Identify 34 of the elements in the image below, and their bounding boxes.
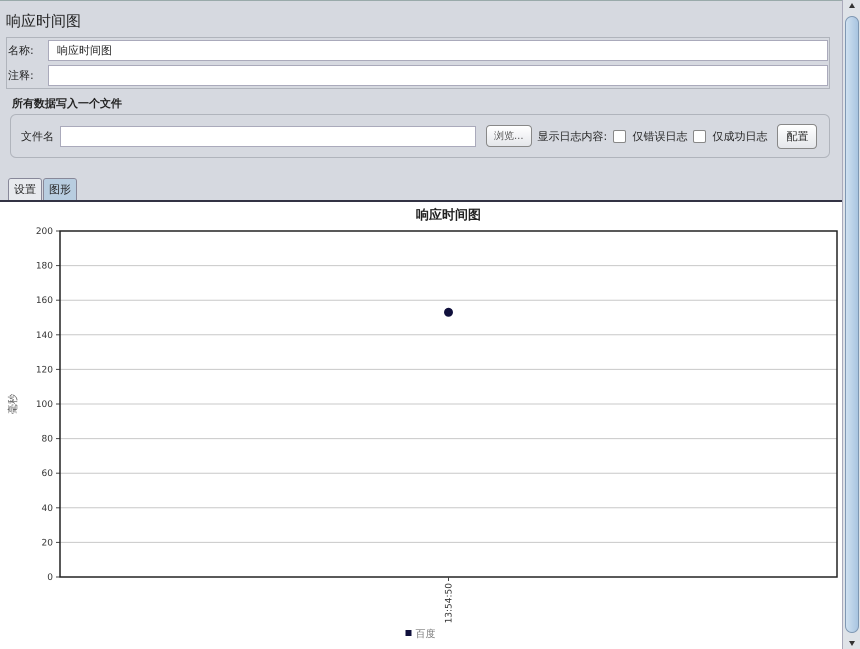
x-tick-label: 13:54:50 bbox=[444, 583, 454, 624]
checkbox[interactable] bbox=[613, 130, 626, 142]
field-label: 注释: bbox=[8, 68, 35, 83]
y-tick-label: 80 bbox=[42, 434, 53, 445]
tab[interactable]: 图形 bbox=[43, 178, 77, 200]
text-field[interactable] bbox=[48, 65, 828, 86]
y-tick-label: 0 bbox=[47, 573, 53, 583]
file-label: 文件名 bbox=[21, 128, 54, 144]
scroll-thumb[interactable] bbox=[844, 16, 858, 633]
y-tick-label: 160 bbox=[36, 296, 53, 306]
browse-button[interactable]: 浏览... bbox=[486, 125, 532, 147]
y-tick-label: 140 bbox=[36, 330, 53, 341]
section-heading: 所有数据写入一个文件 bbox=[11, 96, 123, 112]
y-tick-label: 200 bbox=[36, 227, 53, 237]
y-tick-label: 180 bbox=[36, 262, 53, 272]
y-tick-label: 120 bbox=[36, 365, 53, 376]
config-button[interactable]: 配置 bbox=[777, 124, 818, 148]
y-tick-label: 60 bbox=[42, 469, 53, 480]
field-label: 名称: bbox=[8, 43, 35, 58]
legend-label: 百度 bbox=[416, 629, 436, 640]
checkbox-label: 仅错误日志 bbox=[632, 128, 688, 144]
scrollbar[interactable] bbox=[842, 0, 860, 649]
panel-title: 响应时间图 bbox=[5, 11, 82, 32]
checkbox[interactable] bbox=[693, 130, 706, 142]
log-label: 显示日志内容: bbox=[538, 128, 608, 144]
tab[interactable]: 设置 bbox=[8, 178, 42, 200]
text-field[interactable]: 响应时间图 bbox=[48, 40, 828, 61]
y-tick-label: 40 bbox=[42, 504, 53, 514]
file-field[interactable] bbox=[60, 126, 476, 146]
y-tick-label: 20 bbox=[42, 538, 53, 548]
y-axis-label: 毫秒 bbox=[8, 394, 19, 414]
checkbox-label: 仅成功日志 bbox=[712, 128, 768, 144]
y-tick-label: 100 bbox=[36, 400, 53, 410]
chart-title: 响应时间图 bbox=[416, 208, 481, 223]
